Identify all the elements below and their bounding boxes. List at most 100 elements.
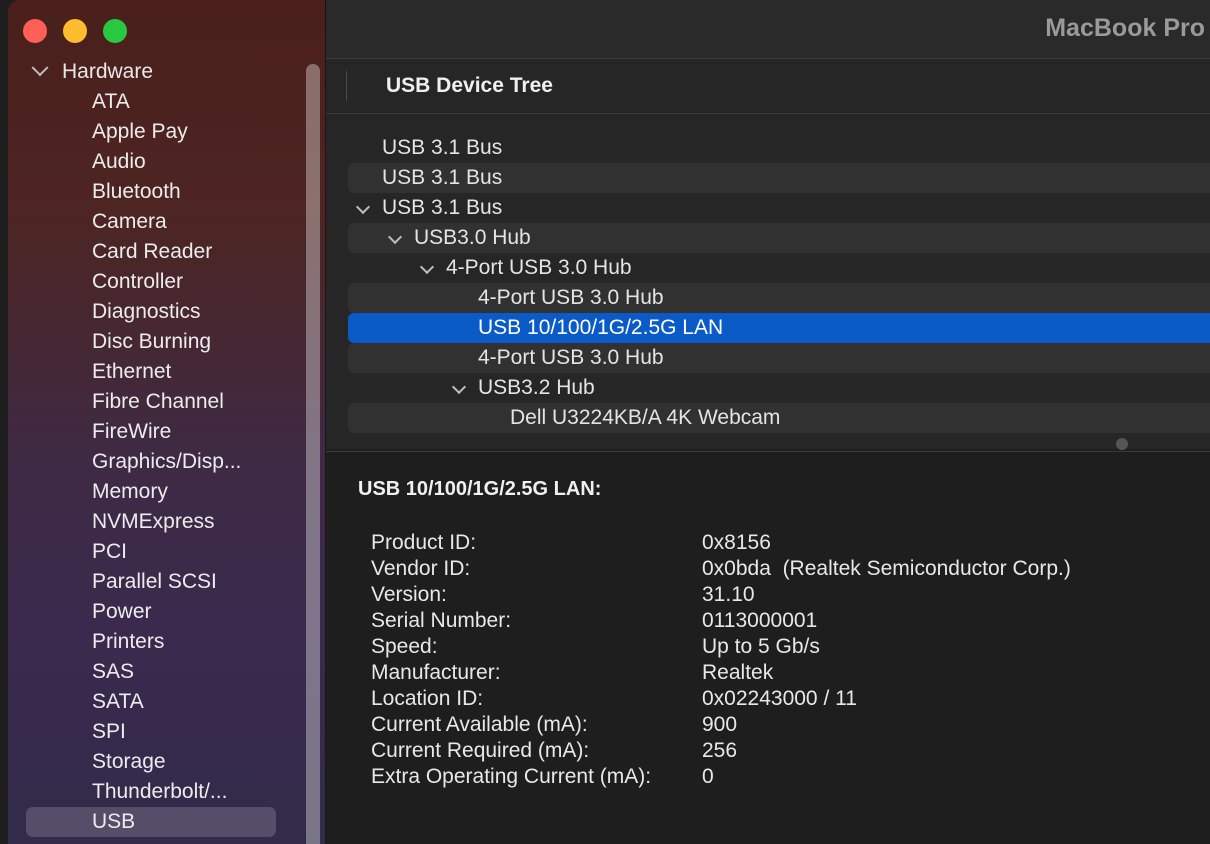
sidebar-item[interactable]: Power (8, 597, 308, 627)
tree-rows: USB 3.1 Bus USB 3.1 Bus USB 3.1 Bus USB3.0 … (348, 133, 1210, 433)
sidebar-item-label: Fibre Channel (92, 390, 224, 413)
sidebar-section-label: Hardware (62, 60, 154, 83)
tree-row[interactable]: 4-Port USB 3.0 Hub (348, 283, 1210, 313)
system-information-window: Hardware ATA Apple Pay Audio Bluetooth Camer… (0, 0, 1210, 844)
sidebar-item[interactable]: Storage (8, 747, 308, 777)
sidebar-item[interactable]: Camera (8, 207, 308, 237)
property-key: Version: (371, 583, 447, 606)
property-row: Vendor ID: 0x0bda (Realtek Semiconductor … (371, 556, 1071, 582)
sidebar-section-hardware[interactable]: Hardware (8, 57, 308, 87)
sidebar-item[interactable]: NVMExpress (8, 507, 308, 537)
sidebar-item-label: Printers (92, 630, 165, 653)
tree-row-label: 4-Port USB 3.0 Hub (478, 346, 664, 369)
sidebar-item-label: SATA (92, 690, 144, 713)
tree-row[interactable]: USB 3.1 Bus (348, 133, 1210, 163)
chevron-down-icon[interactable] (387, 229, 403, 245)
sidebar-item-label: Card Reader (92, 240, 213, 263)
sidebar-item-label: ATA (92, 90, 130, 113)
sidebar-item[interactable]: FireWire (8, 417, 308, 447)
sidebar-item[interactable]: Audio (8, 147, 308, 177)
property-row: Manufacturer: Realtek (371, 660, 1071, 686)
tree-row-label: Dell U3224KB/A 4K Webcam (510, 406, 781, 429)
sidebar-item-label: Audio (92, 150, 146, 173)
sidebar-items: ATA Apple Pay Audio Bluetooth Camera Card Rea… (8, 87, 308, 837)
tree-row[interactable]: 4-Port USB 3.0 Hub (348, 253, 1210, 283)
sidebar-item[interactable]: Graphics/Disp... (8, 447, 308, 477)
tree-row[interactable]: USB3.0 Hub (348, 223, 1210, 253)
chevron-down-icon[interactable] (451, 379, 467, 395)
property-row: Current Required (mA): 256 (371, 738, 1071, 764)
property-row: Speed: Up to 5 Gb/s (371, 634, 1071, 660)
property-row: Serial Number: 0113000001 (371, 608, 1071, 634)
zoom-window-button[interactable] (103, 19, 127, 43)
property-key: Location ID: (371, 687, 484, 710)
sidebar-item[interactable]: Memory (8, 477, 308, 507)
property-value: 0x8156 (702, 531, 771, 554)
property-row: Location ID: 0x02243000 / 11 (371, 686, 1071, 712)
tree-row[interactable]: Dell U3224KB/A 4K Webcam (348, 403, 1210, 433)
tree-row-label: 4-Port USB 3.0 Hub (446, 256, 632, 279)
property-key: Speed: (371, 635, 438, 658)
property-key: Current Required (mA): (371, 739, 590, 762)
property-key: Current Available (mA): (371, 713, 588, 736)
sidebar-item-label: Controller (92, 270, 184, 293)
window-controls (23, 19, 127, 43)
sidebar-item[interactable]: Parallel SCSI (8, 567, 308, 597)
sidebar-item[interactable]: Apple Pay (8, 117, 308, 147)
sidebar-item-label: Storage (92, 750, 166, 773)
minimize-window-button[interactable] (63, 19, 87, 43)
property-key: Manufacturer: (371, 661, 501, 684)
chevron-down-icon[interactable] (355, 199, 371, 215)
close-window-button[interactable] (23, 19, 47, 43)
property-key: Serial Number: (371, 609, 512, 632)
sidebar-item[interactable]: SATA (8, 687, 308, 717)
titlebar: MacBook Pro (326, 0, 1210, 59)
sidebar-item[interactable]: SAS (8, 657, 308, 687)
tree-row-label: USB3.2 Hub (478, 376, 595, 399)
sidebar-scrollbar[interactable] (306, 64, 320, 844)
sidebar-item-label: NVMExpress (92, 510, 215, 533)
sidebar-item-label: Ethernet (92, 360, 172, 383)
tree-row-label: USB3.0 Hub (414, 226, 531, 249)
property-value: 0x0bda (Realtek Semiconductor Corp.) (702, 557, 1071, 580)
sidebar-item[interactable]: Ethernet (8, 357, 308, 387)
sidebar-item[interactable]: Printers (8, 627, 308, 657)
column-divider (346, 71, 347, 101)
sidebar-item[interactable]: Fibre Channel (8, 387, 308, 417)
sidebar-item[interactable]: Thunderbolt/... (8, 777, 308, 807)
horizontal-scroll-indicator[interactable] (1116, 438, 1128, 450)
sidebar-item-label: SPI (92, 720, 126, 743)
sidebar-item[interactable]: USB (8, 807, 308, 837)
chevron-down-icon[interactable] (31, 59, 49, 77)
window-title: MacBook Pro (1045, 14, 1205, 42)
property-value: Realtek (702, 661, 774, 684)
tree-row[interactable]: 4-Port USB 3.0 Hub (348, 343, 1210, 373)
sidebar-item-label: Bluetooth (92, 180, 181, 203)
tree-row[interactable]: USB 3.1 Bus (348, 163, 1210, 193)
sidebar-item[interactable]: Disc Burning (8, 327, 308, 357)
tree-row-label: 4-Port USB 3.0 Hub (478, 286, 664, 309)
tree-row[interactable]: USB3.2 Hub (348, 373, 1210, 403)
property-row: Current Available (mA): 900 (371, 712, 1071, 738)
tree-row[interactable]: USB 3.1 Bus (348, 193, 1210, 223)
sidebar-item[interactable]: SPI (8, 717, 308, 747)
sidebar-item[interactable]: PCI (8, 537, 308, 567)
property-row: Extra Operating Current (mA): 0 (371, 764, 1071, 790)
chevron-down-icon[interactable] (419, 259, 435, 275)
sidebar-list: Hardware ATA Apple Pay Audio Bluetooth Camer… (8, 57, 308, 837)
property-value: 900 (702, 713, 738, 736)
property-value: 0 (702, 765, 714, 788)
details-panel: USB 10/100/1G/2.5G LAN: Product ID: 0x815… (326, 451, 1210, 844)
sidebar-item[interactable]: Bluetooth (8, 177, 308, 207)
tree-row[interactable]: USB 10/100/1G/2.5G LAN (348, 313, 1210, 343)
property-table: Product ID: 0x8156 Vendor ID: 0x0bda (Realt… (371, 530, 1071, 790)
sidebar-item-label: Disc Burning (92, 330, 212, 353)
property-key: Vendor ID: (371, 557, 471, 580)
sidebar-item[interactable]: Diagnostics (8, 297, 308, 327)
sidebar-item-label: Thunderbolt/... (92, 780, 228, 803)
sidebar-item[interactable]: Card Reader (8, 237, 308, 267)
tree-column-title[interactable]: USB Device Tree (386, 74, 553, 98)
sidebar-item[interactable]: Controller (8, 267, 308, 297)
sidebar-item[interactable]: ATA (8, 87, 308, 117)
sidebar-item-label: SAS (92, 660, 135, 683)
